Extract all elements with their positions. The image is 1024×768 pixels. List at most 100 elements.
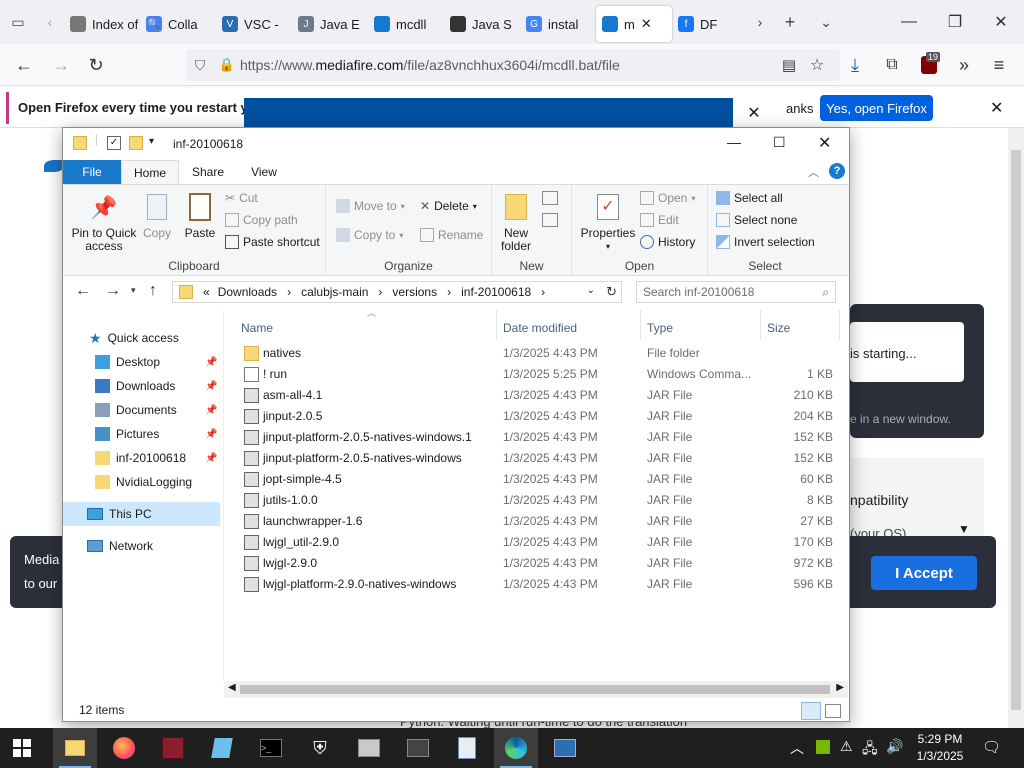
- invert-selection-button[interactable]: Invert selection: [716, 235, 815, 249]
- taskbar-notepad-icon[interactable]: [200, 728, 244, 768]
- taskbar-wallet-icon[interactable]: [396, 728, 440, 768]
- taskbar-document-icon[interactable]: [445, 728, 489, 768]
- forward-arrow-icon[interactable]: →: [105, 282, 121, 300]
- show-hidden-icons-chevron-icon[interactable]: ︿: [790, 738, 804, 758]
- table-row[interactable]: lwjgl-platform-2.9.0-natives-windows 1/3/…: [237, 574, 849, 595]
- help-icon[interactable]: ?: [829, 163, 845, 179]
- tab-list-icon[interactable]: ▭: [0, 0, 36, 44]
- table-row[interactable]: natives 1/3/2025 4:43 PM File folder: [237, 343, 849, 364]
- taskbar-firefox-icon[interactable]: [102, 728, 146, 768]
- pin-icon[interactable]: 📌: [205, 453, 217, 464]
- pin-icon[interactable]: 📌: [205, 405, 217, 416]
- table-row[interactable]: jopt-simple-4.5 1/3/2025 4:43 PM JAR File 6…: [237, 469, 849, 490]
- easy-access-icon[interactable]: [542, 213, 558, 227]
- minimize-icon[interactable]: —: [886, 0, 932, 44]
- table-row[interactable]: lwjgl-2.9.0 1/3/2025 4:43 PM JAR File 972 K…: [237, 553, 849, 574]
- table-row[interactable]: jinput-platform-2.0.5-natives-windows 1/3…: [237, 448, 849, 469]
- recent-locations-icon[interactable]: ▾: [131, 285, 136, 296]
- close-icon[interactable]: ✕: [978, 0, 1024, 44]
- table-row[interactable]: asm-all-4.1 1/3/2025 4:43 PM JAR File 210 K…: [237, 385, 849, 406]
- nav-item[interactable]: inf-20100618 📌: [95, 446, 217, 470]
- table-row[interactable]: jutils-1.0.0 1/3/2025 4:43 PM JAR File 8 KB: [237, 490, 849, 511]
- browser-tab[interactable]: Ginstal: [520, 6, 596, 42]
- pin-icon[interactable]: 📌: [205, 429, 217, 440]
- breadcrumb-separator-icon[interactable]: ›: [281, 285, 297, 299]
- browser-tab[interactable]: J Java E: [292, 6, 368, 42]
- start-button[interactable]: [0, 728, 44, 768]
- nvidia-tray-icon[interactable]: [816, 740, 830, 754]
- extensions-icon[interactable]: ⧉: [877, 50, 907, 80]
- browser-tab[interactable]: mcdll: [368, 6, 444, 42]
- horizontal-scrollbar-thumb[interactable]: [240, 685, 830, 694]
- maximize-icon[interactable]: ❐: [932, 0, 978, 44]
- tab-share[interactable]: Share: [179, 160, 237, 184]
- table-row[interactable]: lwjgl_util-2.9.0 1/3/2025 4:43 PM JAR File…: [237, 532, 849, 553]
- taskbar-edge-icon[interactable]: [494, 728, 538, 768]
- nav-item[interactable]: NvidiaLogging: [95, 470, 192, 494]
- horizontal-scrollbar[interactable]: ◀ ▶: [224, 681, 848, 698]
- explorer-minimize-icon[interactable]: —: [727, 134, 741, 150]
- ribbon-collapse-icon[interactable]: ︿: [808, 164, 819, 180]
- tab-home[interactable]: Home: [121, 160, 179, 184]
- nav-this-pc[interactable]: This PC: [63, 502, 220, 526]
- page-scrollbar-thumb[interactable]: [1011, 150, 1021, 710]
- column-type[interactable]: Type: [647, 316, 673, 340]
- properties-quick-icon[interactable]: ✓: [107, 136, 121, 150]
- address-bar[interactable]: «Downloads › calubjs-main › versions › inf-201…: [172, 281, 622, 303]
- tab-scroll-right-icon[interactable]: ›: [748, 0, 772, 44]
- paste-button[interactable]: Paste: [181, 191, 219, 240]
- properties-button[interactable]: ✓ Properties ▾: [578, 191, 638, 253]
- nav-item[interactable]: Pictures 📌: [95, 422, 217, 446]
- system-clock[interactable]: 5:29 PM 1/3/2025: [906, 731, 974, 765]
- hamburger-menu-icon[interactable]: ≡: [984, 50, 1014, 80]
- tab-file[interactable]: File: [63, 160, 121, 184]
- shield-icon[interactable]: ⛉: [186, 57, 214, 74]
- not-now-button[interactable]: anks: [786, 101, 813, 116]
- refresh-icon[interactable]: ↻: [606, 284, 617, 300]
- network-tray-icon[interactable]: 🖧: [862, 738, 878, 762]
- customize-toolbar-icon[interactable]: ▾: [149, 136, 154, 147]
- reader-view-icon[interactable]: ▤: [774, 50, 804, 80]
- ublock-icon[interactable]: 19: [914, 50, 944, 80]
- table-row[interactable]: ! run 1/3/2025 5:25 PM Windows Comma... 1 K…: [237, 364, 849, 385]
- taskbar-security-icon[interactable]: ⛨: [298, 728, 342, 768]
- breadcrumb-separator-icon[interactable]: ›: [535, 285, 551, 299]
- taskbar-app-icon[interactable]: [347, 728, 391, 768]
- pin-icon[interactable]: 📌: [205, 357, 217, 368]
- up-arrow-icon[interactable]: ↑: [149, 282, 157, 300]
- new-folder-quick-icon[interactable]: [129, 136, 143, 150]
- open-firefox-button[interactable]: Yes, open Firefox: [820, 95, 933, 121]
- move-to-button[interactable]: Move to ▾: [336, 199, 405, 213]
- table-row[interactable]: launchwrapper-1.6 1/3/2025 4:43 PM JAR Fil…: [237, 511, 849, 532]
- copy-to-button[interactable]: Copy to ▾: [336, 228, 403, 242]
- large-icons-view-icon[interactable]: [825, 704, 841, 718]
- copy-path-button[interactable]: Copy path: [225, 213, 298, 227]
- history-button[interactable]: History: [640, 235, 695, 249]
- table-row[interactable]: jinput-platform-2.0.5-natives-windows.1 1…: [237, 427, 849, 448]
- breadcrumb-item[interactable]: inf-20100618: [457, 285, 535, 299]
- breadcrumb-item[interactable]: calubjs-main: [297, 285, 372, 299]
- search-input[interactable]: Search inf-20100618 ⌕: [636, 281, 836, 303]
- new-tab-icon[interactable]: +: [772, 0, 808, 44]
- volume-tray-icon[interactable]: 🔊: [886, 738, 903, 755]
- breadcrumb-item[interactable]: «: [199, 285, 214, 299]
- taskbar-settings-app-icon[interactable]: [543, 728, 587, 768]
- lock-icon[interactable]: 🔒: [214, 57, 240, 73]
- browser-tab[interactable]: V VSC -: [216, 6, 292, 42]
- browser-tab[interactable]: m ✕: [596, 6, 672, 42]
- accept-cookies-button[interactable]: I Accept: [871, 556, 977, 590]
- forward-icon[interactable]: →: [46, 50, 76, 80]
- select-none-button[interactable]: Select none: [716, 213, 797, 227]
- pin-icon[interactable]: 📌: [205, 381, 217, 392]
- notification-close-icon[interactable]: ✕: [990, 98, 1003, 118]
- taskbar-file-explorer-icon[interactable]: [53, 728, 97, 768]
- table-row[interactable]: jinput-2.0.5 1/3/2025 4:43 PM JAR File 204 …: [237, 406, 849, 427]
- tab-view[interactable]: View: [235, 160, 293, 184]
- nav-item[interactable]: Documents 📌: [95, 398, 217, 422]
- new-item-icon[interactable]: [542, 191, 558, 205]
- cut-button[interactable]: ✂ Cut: [225, 191, 258, 205]
- paste-shortcut-button[interactable]: Paste shortcut: [225, 235, 320, 249]
- column-name[interactable]: Name: [241, 316, 273, 340]
- open-button[interactable]: Open ▾: [640, 191, 695, 205]
- tab-scroll-left-icon[interactable]: ‹: [36, 0, 64, 44]
